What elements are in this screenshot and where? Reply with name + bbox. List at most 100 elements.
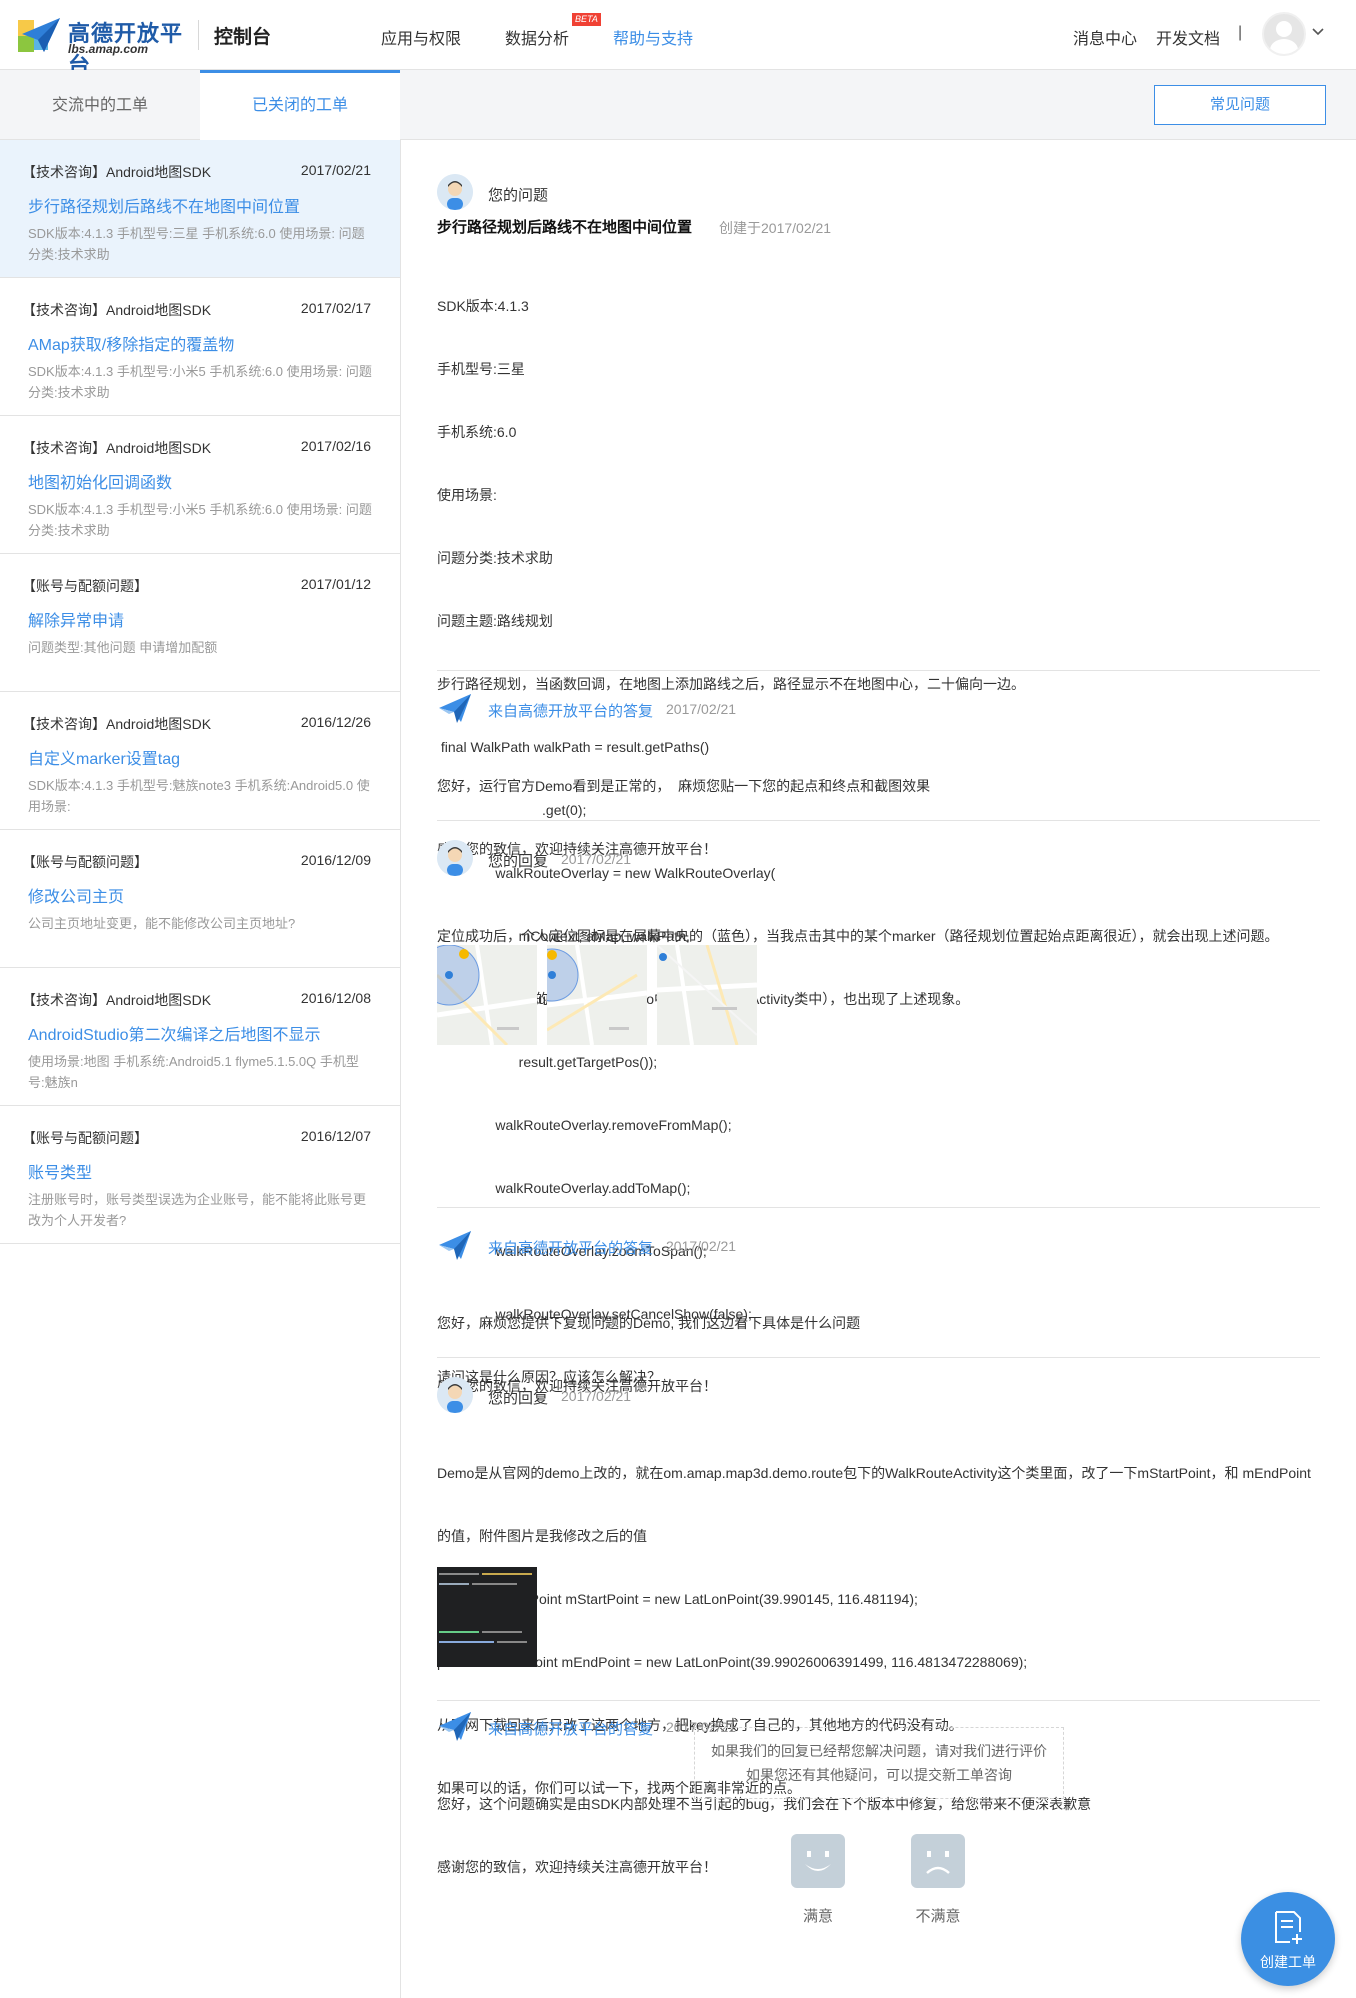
ticket-category: 【技术咨询】Android地图SDK <box>22 164 212 180</box>
ticket-item[interactable]: 【账号与配额问题】 2016/12/07 账号类型 注册账号时，账号类型误选为企… <box>0 1106 400 1244</box>
reply-body: 您好，这个问题确实是由SDK内部处理不当引起的bug，我们会在下个版本中修复，给… <box>437 1752 1091 1920</box>
reply-line: 您好，麻烦您提供下复现问题的Demo, 我们这边看下具体是什么问题 <box>437 1315 861 1331</box>
nav-help-support[interactable]: 帮助与支持 <box>613 25 693 49</box>
user-reply: 您的回复 2017/02/21 定位成功后，个人定位图标是在屏幕中央的（蓝色），… <box>437 840 1320 1190</box>
paper-plane-icon <box>439 694 471 723</box>
console-link[interactable]: 控制台 <box>214 22 271 49</box>
nav-apps-permissions[interactable]: 应用与权限 <box>381 25 461 49</box>
map-screenshot-thumbnail[interactable] <box>437 945 537 1045</box>
smile-face-icon <box>805 1851 831 1871</box>
ticket-date: 2017/02/21 <box>300 162 371 178</box>
header-separator: | <box>1238 24 1243 41</box>
logo-divider <box>198 20 199 50</box>
platform-reply: 来自高德开放平台的答复 2017/02/21 您好，麻烦您提供下复现问题的Dem… <box>437 1227 1320 1394</box>
message-center-link[interactable]: 消息中心 <box>1073 25 1137 49</box>
faq-button[interactable]: 常见问题 <box>1154 85 1326 125</box>
ticket-title[interactable]: AndroidStudio第二次编译之后地图不显示 <box>28 1021 321 1045</box>
tab-closed-tickets[interactable]: 已关闭的工单 <box>200 70 400 140</box>
reply-line: 感谢您的致信，欢迎持续关注高德开放平台！ <box>437 1859 717 1875</box>
reply-line: private LatLonPoint mEndPoint = new LatL… <box>437 1654 1028 1670</box>
question-line: 问题主题:路线规划 <box>437 613 553 629</box>
ticket-title[interactable]: 修改公司主页 <box>28 883 124 907</box>
question-block: 您的问题 步行路径规划后路线不在地图中间位置 创建于2017/02/21 SDK… <box>437 174 1320 1385</box>
chevron-down-icon[interactable] <box>1312 28 1324 36</box>
divider <box>437 1207 1320 1208</box>
ticket-item[interactable]: 【技术咨询】Android地图SDK 2017/02/17 AMap获取/移除指… <box>0 278 400 416</box>
ticket-item[interactable]: 【账号与配额问题】 2016/12/09 修改公司主页 公司主页地址变更，能不能… <box>0 830 400 968</box>
ticket-description: 注册账号时，账号类型误选为企业账号，能不能将此账号更改为个人开发者? <box>28 1192 367 1228</box>
ticket-detail: 您的问题 步行路径规划后路线不在地图中间位置 创建于2017/02/21 SDK… <box>402 140 1356 1998</box>
reply-line: Demo是从官网的demo上改的，就在om.amap.map3d.demo.ro… <box>437 1465 1311 1481</box>
question-line: 使用场景: <box>437 487 497 503</box>
question-line: 手机型号:三星 <box>437 361 525 377</box>
ticket-list: 【技术咨询】Android地图SDK 2017/02/21 步行路径规划后路线不… <box>0 140 401 1998</box>
document-add-icon <box>1275 1911 1302 1944</box>
satisfied-button[interactable] <box>791 1834 845 1888</box>
divider <box>437 1700 1320 1701</box>
ticket-item[interactable]: 【账号与配额问题】 2017/01/12 解除异常申请 问题类型:其他问题 申请… <box>0 554 400 692</box>
user-avatar-icon <box>437 1377 473 1413</box>
dev-docs-link[interactable]: 开发文档 <box>1156 25 1220 49</box>
ticket-description: 问题类型:其他问题 申请增加配额 <box>28 640 218 655</box>
ticket-date: 2016/12/08 <box>300 990 371 1006</box>
reply-author: 您的回复 <box>488 853 549 870</box>
ticket-tabs-bar: 交流中的工单 已关闭的工单 常见问题 <box>0 70 1356 140</box>
create-ticket-label: 创建工单 <box>1260 1954 1316 1970</box>
question-line: 问题分类:技术求助 <box>437 550 553 566</box>
amap-logo[interactable]: 高德开放平台 lbs.amap.com <box>18 14 183 78</box>
ticket-item[interactable]: 【技术咨询】Android地图SDK 2017/02/21 步行路径规划后路线不… <box>0 140 400 278</box>
user-avatar[interactable] <box>1262 12 1306 56</box>
code-screenshot-thumbnail[interactable] <box>437 1567 537 1667</box>
ticket-title[interactable]: 步行路径规划后路线不在地图中间位置 <box>28 193 300 217</box>
ticket-item[interactable]: 【技术咨询】Android地图SDK 2017/02/16 地图初始化回调函数 … <box>0 416 400 554</box>
ticket-title[interactable]: 自定义marker设置tag <box>28 745 180 769</box>
ticket-description: SDK版本:4.1.3 手机型号:小米5 手机系统:6.0 使用场景: 问题分类… <box>28 502 372 538</box>
reply-date: 2017/02/21 <box>666 701 737 717</box>
ticket-category: 【账号与配额问题】 <box>22 854 148 870</box>
question-line: SDK版本:4.1.3 <box>437 298 529 314</box>
ticket-description: 使用场景:地图 手机系统:Android5.1 flyme5.1.5.0Q 手机… <box>28 1054 359 1090</box>
reply-author: 来自高德开放平台的答复 <box>488 1721 654 1738</box>
user-silhouette-icon <box>1270 21 1298 54</box>
ticket-date: 2016/12/07 <box>300 1128 371 1144</box>
reply-date: 2017/02/21 <box>666 1238 737 1254</box>
ticket-title[interactable]: AMap获取/移除指定的覆盖物 <box>28 331 234 355</box>
user-avatar-icon <box>437 840 473 876</box>
ticket-category: 【账号与配额问题】 <box>22 1130 148 1146</box>
ticket-description: 公司主页地址变更，能不能修改公司主页地址? <box>28 916 296 931</box>
amap-logo-icon <box>18 18 60 52</box>
ticket-title[interactable]: 地图初始化回调函数 <box>28 469 172 493</box>
ticket-category: 【技术咨询】Android地图SDK <box>22 302 212 318</box>
map-screenshot-thumbnail[interactable] <box>657 945 757 1045</box>
user-reply: 您的回复 2017/02/21 Demo是从官网的demo上改的，就在om.am… <box>437 1377 1320 1796</box>
divider <box>437 1357 1320 1358</box>
logo-subtitle: lbs.amap.com <box>68 42 149 56</box>
attachment-images <box>437 945 777 1045</box>
question-heading: 您的问题 <box>488 187 549 204</box>
ticket-category: 【技术咨询】Android地图SDK <box>22 992 212 1008</box>
ticket-title[interactable]: 解除异常申请 <box>28 607 124 631</box>
question-title: 步行路径规划后路线不在地图中间位置 <box>437 219 693 236</box>
map-screenshot-thumbnail[interactable] <box>547 945 647 1045</box>
ticket-category: 【账号与配额问题】 <box>22 578 148 594</box>
beta-badge: BETA <box>572 13 601 26</box>
unsatisfied-button[interactable] <box>911 1834 965 1888</box>
ticket-date: 2017/02/17 <box>300 300 371 316</box>
reply-line: 您好，这个问题确实是由SDK内部处理不当引起的bug，我们会在下个版本中修复，给… <box>437 1796 1092 1812</box>
ticket-category: 【技术咨询】Android地图SDK <box>22 440 212 456</box>
reply-line: 您好，运行官方Demo看到是正常的， 麻烦您贴一下您的起点和终点和截图效果 <box>437 778 931 794</box>
question-created-date: 创建于2017/02/21 <box>719 220 832 236</box>
reply-date: 2017/02/21 <box>561 1388 632 1404</box>
platform-reply: 来自高德开放平台的答复 2017/02/21 您好，这个问题确实是由SDK内部处… <box>437 1708 1320 1875</box>
reply-line: private LatLonPoint mStartPoint = new La… <box>437 1591 918 1607</box>
user-avatar-icon <box>437 174 473 210</box>
nav-data-analysis[interactable]: 数据分析 <box>505 25 569 49</box>
tab-open-tickets[interactable]: 交流中的工单 <box>0 70 200 140</box>
reply-line: 定位成功后，个人定位图标是在屏幕中央的（蓝色），当我点击其中的某个marker（… <box>437 928 1279 944</box>
create-ticket-button[interactable]: 创建工单 <box>1241 1892 1335 1986</box>
reply-line: 的值，附件图片是我修改之后的值 <box>437 1528 647 1544</box>
ticket-date: 2016/12/09 <box>300 852 371 868</box>
ticket-title[interactable]: 账号类型 <box>28 1159 92 1183</box>
ticket-item[interactable]: 【技术咨询】Android地图SDK 2016/12/08 AndroidStu… <box>0 968 400 1106</box>
ticket-item[interactable]: 【技术咨询】Android地图SDK 2016/12/26 自定义marker设… <box>0 692 400 830</box>
